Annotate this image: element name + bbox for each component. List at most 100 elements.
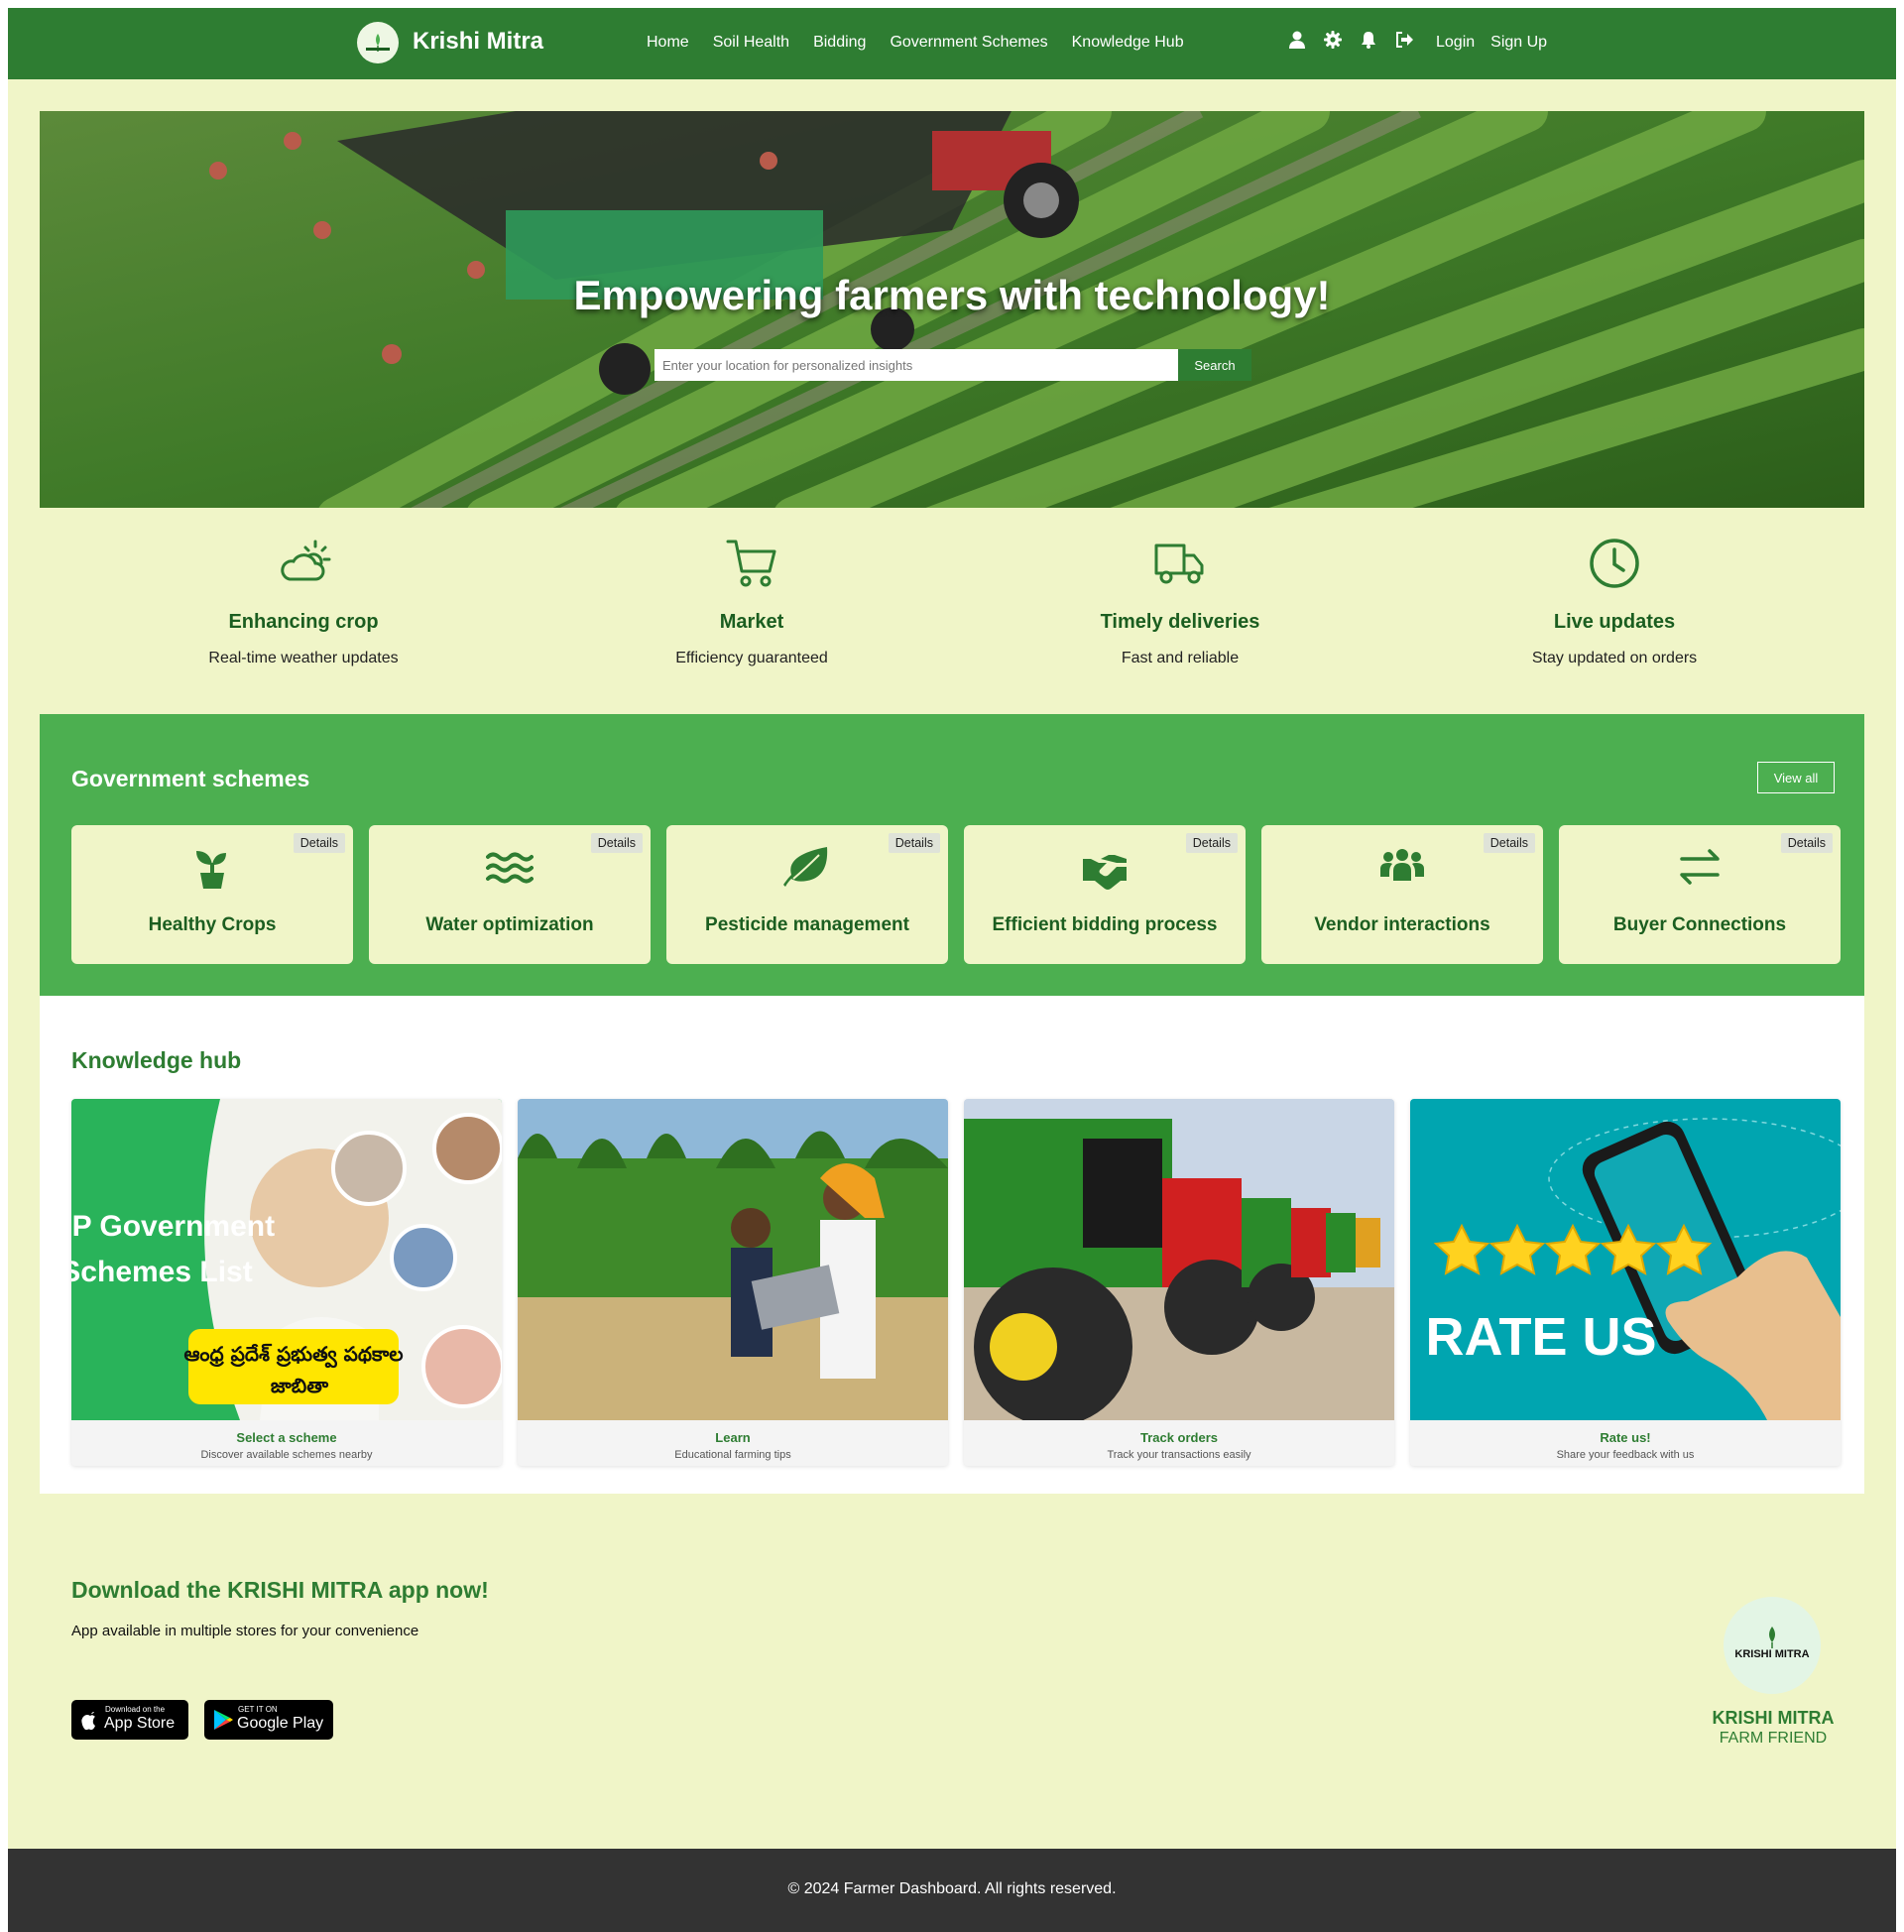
card-subtitle: Educational farming tips [674, 1449, 791, 1461]
nav-soil-health[interactable]: Soil Health [713, 34, 789, 52]
knowledge-card-learn[interactable]: Learn Educational farming tips [518, 1099, 948, 1466]
gear-icon[interactable] [1323, 30, 1343, 50]
feature-enhancing-crop: Enhancing crop Real-time weather updates [85, 536, 522, 667]
hero-title: Empowering farmers with technology! [573, 272, 1331, 318]
tractors-image [964, 1099, 1394, 1420]
exchange-arrows-icon [1680, 849, 1720, 885]
app-store-badge[interactable]: Download on the App Store [71, 1700, 188, 1740]
brand-name[interactable]: Krishi Mitra [413, 28, 543, 56]
section-title: Knowledge hub [71, 1047, 242, 1073]
farmers-field-image [518, 1099, 948, 1420]
details-button[interactable]: Details [1780, 833, 1833, 853]
government-schemes-section: Government schemes View all Details Heal… [40, 714, 1864, 996]
details-button[interactable]: Details [1483, 833, 1535, 853]
card-subtitle: Share your feedback with us [1556, 1449, 1695, 1461]
leaf-icon [783, 847, 828, 887]
google-play-icon [214, 1710, 233, 1730]
google-play-label: Google Play [237, 1715, 324, 1732]
signup-link[interactable]: Sign Up [1490, 34, 1547, 52]
scheme-label: Pesticide management [705, 914, 909, 935]
scheme-card-healthy-crops[interactable]: Details Healthy Crops [71, 825, 353, 964]
scheme-card-pesticide-management[interactable]: Details Pesticide management [666, 825, 948, 964]
feature-title: Timely deliveries [1100, 611, 1260, 633]
app-store-small-text: Download on the [105, 1705, 166, 1714]
logout-icon[interactable] [1394, 30, 1414, 50]
clock-icon [1590, 539, 1639, 588]
download-title: Download the KRISHI MITRA app now! [71, 1577, 489, 1603]
details-button[interactable]: Details [293, 833, 345, 853]
card-subtitle: Discover available schemes nearby [200, 1449, 373, 1461]
rate-us-image: RATE US [1410, 1099, 1841, 1420]
app-store-label: App Store [104, 1715, 176, 1732]
knowledge-card-track-orders[interactable]: Track orders Track your transactions eas… [964, 1099, 1394, 1466]
shopping-cart-icon [726, 540, 776, 587]
scheme-label: Efficient bidding process [992, 914, 1218, 935]
feature-title: Live updates [1553, 611, 1676, 633]
feature-market: Market Efficiency guaranteed [534, 536, 970, 667]
image-text: AP Government [71, 1210, 275, 1243]
hero-banner: Empowering farmers with technology! Sear… [40, 111, 1864, 508]
scheme-label: Water optimization [425, 914, 594, 935]
feature-timely-deliveries: Timely deliveries Fast and reliable [962, 536, 1398, 667]
krishi-mitra-logo: KRISHI MITRA [1724, 1597, 1821, 1694]
location-search-input[interactable] [654, 349, 1178, 381]
details-button[interactable]: Details [590, 833, 643, 853]
feature-subtitle: Real-time weather updates [208, 650, 399, 666]
bell-icon[interactable] [1359, 30, 1378, 50]
image-text: Schemes List [71, 1256, 253, 1288]
brand-logo[interactable] [357, 22, 399, 63]
nav-knowledge-hub[interactable]: Knowledge Hub [1072, 34, 1184, 52]
details-button[interactable]: Details [888, 833, 940, 853]
feature-title: Enhancing crop [228, 611, 379, 633]
knowledge-card-rate-us[interactable]: RATE US Rate us! Share your feedback wit… [1410, 1099, 1841, 1466]
truck-icon [1154, 543, 1204, 584]
header-icons [1287, 30, 1414, 50]
handshake-icon [1083, 855, 1127, 890]
top-navbar: Krishi Mitra Home Soil Health Bidding Go… [8, 8, 1896, 79]
people-group-icon [1380, 849, 1424, 881]
nav-bidding[interactable]: Bidding [813, 34, 866, 52]
card-title: Learn [715, 1430, 751, 1445]
card-title: Rate us! [1600, 1430, 1651, 1445]
nav-government-schemes[interactable]: Government Schemes [890, 34, 1047, 52]
feature-subtitle: Stay updated on orders [1531, 650, 1698, 666]
copyright-text: © 2024 Farmer Dashboard. All rights rese… [787, 1880, 1117, 1897]
nav-home[interactable]: Home [647, 34, 689, 52]
footer-brand-tagline: FARM FRIEND [1719, 1730, 1828, 1747]
cloud-sun-icon [281, 540, 331, 581]
main-nav: Home Soil Health Bidding Government Sche… [647, 34, 1184, 52]
auth-links: Login Sign Up [1436, 34, 1547, 52]
card-title: Track orders [1139, 1430, 1219, 1445]
knowledge-hub-section: Knowledge hub AP Government Schemes List… [40, 996, 1864, 1494]
scheme-card-water-optimization[interactable]: Details Water optimization [369, 825, 651, 964]
search-button[interactable]: Search [1178, 349, 1251, 381]
image-text: ఆంధ్ర ప్రదేశ్ ప్రభుత్వ పథకాల [183, 1342, 403, 1369]
download-subtitle: App available in multiple stores for you… [71, 1623, 419, 1639]
feature-live-updates: Live updates Stay updated on orders [1396, 536, 1833, 667]
card-title: Select a scheme [236, 1430, 337, 1445]
user-icon[interactable] [1287, 30, 1307, 50]
image-text: జాబితా [271, 1374, 328, 1397]
login-link[interactable]: Login [1436, 34, 1475, 52]
page-footer: © 2024 Farmer Dashboard. All rights rese… [8, 1849, 1896, 1932]
feature-title: Market [719, 611, 784, 633]
logo-text: KRISHI MITRA [1734, 1648, 1810, 1660]
scheme-label: Healthy Crops [148, 914, 277, 935]
section-title: Government schemes [71, 766, 310, 791]
ap-schemes-image: AP Government Schemes List ఆంధ్ర ప్రదేశ్… [71, 1099, 502, 1420]
feature-subtitle: Fast and reliable [1121, 650, 1240, 666]
image-text: RATE US [1425, 1307, 1656, 1367]
feature-subtitle: Efficiency guaranteed [675, 650, 828, 666]
view-all-button[interactable]: View all [1757, 762, 1835, 793]
knowledge-card-select-scheme[interactable]: AP Government Schemes List ఆంధ్ర ప్రదేశ్… [71, 1099, 502, 1466]
scheme-card-vendor-interactions[interactable]: Details Vendor interactions [1261, 825, 1543, 964]
scheme-card-buyer-connections[interactable]: Details Buyer Connections [1559, 825, 1841, 964]
footer-brand-name: KRISHI MITRA [1712, 1708, 1835, 1728]
scheme-card-efficient-bidding[interactable]: Details Efficient bidding process [964, 825, 1246, 964]
card-subtitle: Track your transactions easily [1107, 1449, 1251, 1461]
details-button[interactable]: Details [1185, 833, 1238, 853]
scheme-label: Buyer Connections [1612, 914, 1787, 935]
apple-icon [81, 1712, 95, 1731]
scheme-label: Vendor interactions [1314, 914, 1490, 935]
google-play-badge[interactable]: GET IT ON Google Play [204, 1700, 333, 1740]
